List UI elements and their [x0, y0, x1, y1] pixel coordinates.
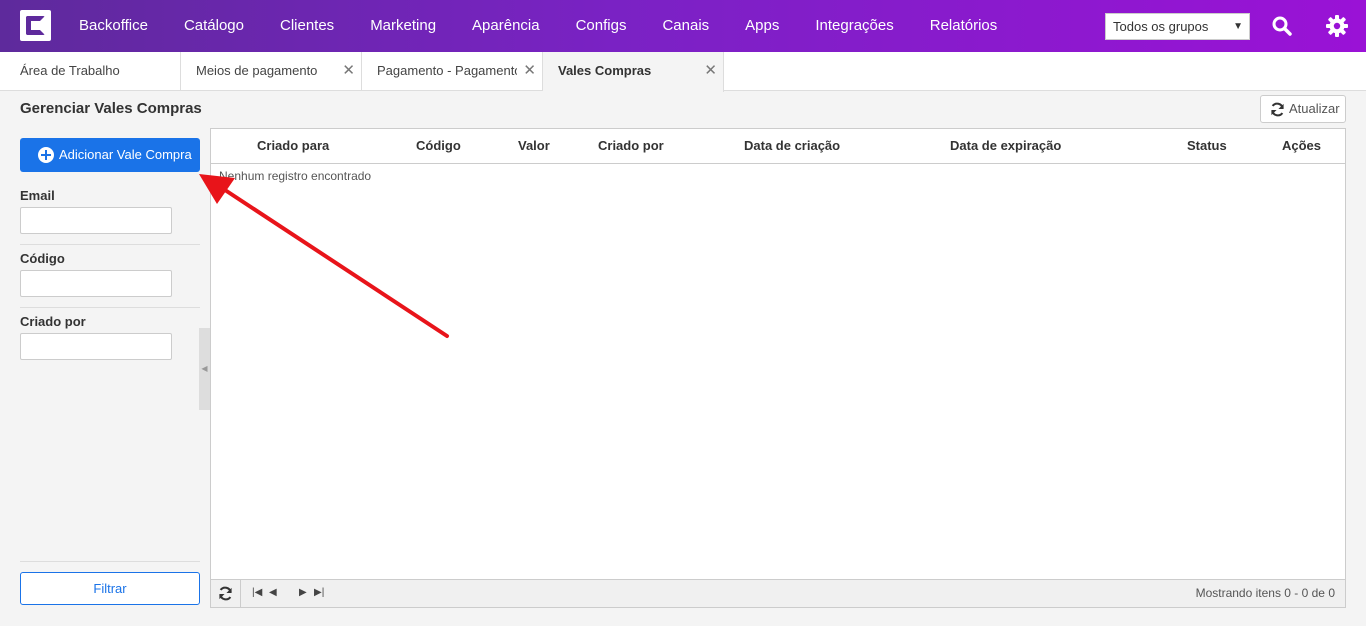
created-by-field[interactable]	[20, 333, 172, 360]
column-header[interactable]: Data de criação	[744, 129, 840, 164]
nav-backoffice[interactable]: Backoffice	[61, 0, 166, 52]
nav-clientes[interactable]: Clientes	[262, 0, 352, 52]
column-header[interactable]: Valor	[518, 129, 550, 164]
first-page-icon[interactable]: |◀	[252, 587, 262, 598]
plus-circle-icon	[38, 147, 54, 163]
tab-pagamento[interactable]: Pagamento - Pagamento c ✕	[362, 52, 543, 91]
email-field[interactable]	[20, 207, 172, 234]
add-vale-compra-button[interactable]: Adicionar Vale Compra	[20, 138, 200, 172]
nav-aparencia[interactable]: Aparência	[454, 0, 558, 52]
gear-icon[interactable]	[1325, 14, 1349, 38]
divider	[20, 244, 200, 245]
column-header[interactable]: Criado por	[598, 129, 664, 164]
filter-button[interactable]: Filtrar	[20, 572, 200, 605]
refresh-icon	[1271, 102, 1284, 117]
created-by-label: Criado por	[20, 314, 86, 329]
last-page-icon[interactable]: ▶|	[314, 587, 324, 598]
prev-page-icon[interactable]: ◀	[269, 587, 277, 598]
column-header[interactable]: Ações	[1282, 129, 1321, 164]
nav-integracoes[interactable]: Integrações	[797, 0, 911, 52]
nav-marketing[interactable]: Marketing	[352, 0, 454, 52]
app-logo[interactable]	[20, 10, 51, 41]
close-icon[interactable]: ✕	[519, 52, 536, 90]
tab-label: Vales Compras	[558, 63, 652, 78]
page-title: Gerenciar Vales Compras	[20, 100, 202, 117]
annotation-arrow-icon	[199, 174, 449, 338]
nav-configs[interactable]: Configs	[558, 0, 645, 52]
email-label: Email	[20, 188, 55, 203]
tab-vales-compras[interactable]: Vales Compras ✕	[543, 52, 724, 92]
group-select[interactable]: Todos os grupos ▼	[1105, 13, 1250, 40]
next-page-icon[interactable]: ▶	[299, 587, 307, 598]
close-icon[interactable]: ✕	[342, 52, 355, 90]
grid-pager: |◀ ◀ ▶ ▶| Mostrando itens 0 - 0 de 0	[211, 579, 1345, 607]
nav-relatorios[interactable]: Relatórios	[912, 0, 1016, 52]
divider	[20, 307, 200, 308]
column-header[interactable]: Criado para	[257, 129, 329, 164]
dropdown-arrow-icon: ▼	[1233, 21, 1243, 32]
code-field[interactable]	[20, 270, 172, 297]
nav-catalogo[interactable]: Catálogo	[166, 0, 262, 52]
refresh-label: Atualizar	[1289, 101, 1340, 116]
tab-meios-de-pagamento[interactable]: Meios de pagamento ✕	[181, 52, 362, 91]
pager-info: Mostrando itens 0 - 0 de 0	[1195, 586, 1335, 600]
top-navbar: Backoffice Catálogo Clientes Marketing A…	[0, 0, 1366, 52]
column-header[interactable]: Data de expiração	[950, 129, 1061, 164]
search-icon[interactable]	[1270, 14, 1294, 38]
column-header[interactable]: Status	[1187, 129, 1227, 164]
group-select-value: Todos os grupos	[1113, 19, 1209, 34]
tab-label: Área de Trabalho	[20, 63, 120, 78]
tabs-bar: Área de Trabalho Meios de pagamento ✕ Pa…	[0, 52, 1366, 92]
close-icon[interactable]: ✕	[704, 52, 717, 90]
reload-icon[interactable]	[211, 580, 241, 607]
refresh-button[interactable]: Atualizar	[1260, 95, 1346, 123]
nav-apps[interactable]: Apps	[727, 0, 797, 52]
code-label: Código	[20, 251, 65, 266]
tab-area-de-trabalho[interactable]: Área de Trabalho	[0, 52, 181, 91]
grid-header: Criado para Código Valor Criado por Data…	[211, 129, 1345, 164]
add-label: Adicionar Vale Compra	[59, 147, 192, 162]
divider	[20, 561, 200, 562]
tab-label: Pagamento - Pagamento c	[377, 63, 517, 78]
tab-label: Meios de pagamento	[196, 63, 318, 78]
nav-canais[interactable]: Canais	[644, 0, 727, 52]
column-header[interactable]: Código	[416, 129, 461, 164]
main-nav: Backoffice Catálogo Clientes Marketing A…	[61, 0, 1015, 52]
